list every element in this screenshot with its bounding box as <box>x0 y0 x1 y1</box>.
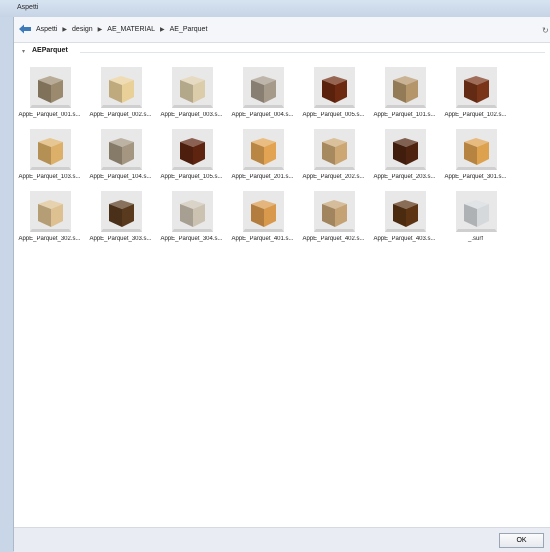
material-cube-icon <box>30 191 71 232</box>
material-cube-icon <box>243 129 284 170</box>
material-tile[interactable]: AppE_Parquet_303.s... <box>85 185 156 247</box>
material-tile[interactable]: AppE_Parquet_203.s... <box>369 123 440 185</box>
material-tile[interactable]: AppE_Parquet_104.s... <box>85 123 156 185</box>
material-name: _.surf <box>467 236 483 242</box>
material-cube-icon <box>456 191 497 232</box>
material-tile[interactable]: AppE_Parquet_005.s... <box>298 61 369 123</box>
material-tile[interactable]: AppE_Parquet_301.s... <box>440 123 511 185</box>
material-name: AppE_Parquet_203.s... <box>373 174 436 180</box>
material-tile[interactable]: AppE_Parquet_103.s... <box>14 123 85 185</box>
breadcrumb-item-ae-material[interactable]: AE_MATERIAL <box>107 26 155 33</box>
material-tile[interactable]: AppE_Parquet_105.s... <box>156 123 227 185</box>
material-tile[interactable]: AppE_Parquet_403.s... <box>369 185 440 247</box>
material-name: AppE_Parquet_103.s... <box>18 174 81 180</box>
breadcrumb-item-aspetti[interactable]: Aspetti <box>36 26 57 33</box>
material-name: AppE_Parquet_301.s... <box>444 174 507 180</box>
material-tile[interactable]: AppE_Parquet_003.s... <box>156 61 227 123</box>
material-tile[interactable]: AppE_Parquet_201.s... <box>227 123 298 185</box>
material-tile[interactable]: AppE_Parquet_202.s... <box>298 123 369 185</box>
material-tile[interactable]: AppE_Parquet_401.s... <box>227 185 298 247</box>
material-cube-icon <box>243 191 284 232</box>
material-name: AppE_Parquet_001.s... <box>18 112 81 118</box>
material-cube-icon <box>172 191 213 232</box>
ok-button[interactable]: OK <box>499 533 544 548</box>
material-name: AppE_Parquet_004.s... <box>231 112 294 118</box>
material-tile[interactable]: AppE_Parquet_402.s... <box>298 185 369 247</box>
material-name: AppE_Parquet_002.s... <box>89 112 152 118</box>
material-cube-icon <box>314 129 355 170</box>
back-button[interactable] <box>18 23 32 35</box>
material-cube-icon <box>30 67 71 108</box>
material-tile[interactable]: AppE_Parquet_002.s... <box>85 61 156 123</box>
material-cube-icon <box>172 67 213 108</box>
material-name: AppE_Parquet_403.s... <box>373 236 436 242</box>
material-name: AppE_Parquet_105.s... <box>160 174 223 180</box>
material-cube-icon <box>101 191 142 232</box>
material-name: AppE_Parquet_003.s... <box>160 112 223 118</box>
material-tile[interactable]: AppE_Parquet_001.s... <box>14 61 85 123</box>
material-cube-icon <box>101 129 142 170</box>
material-tile[interactable]: AppE_Parquet_101.s... <box>369 61 440 123</box>
material-cube-icon <box>314 191 355 232</box>
group-label: AEParquet <box>32 47 68 54</box>
refresh-icon[interactable]: ↻ <box>542 26 549 35</box>
material-name: AppE_Parquet_201.s... <box>231 174 294 180</box>
material-tile[interactable]: AppE_Parquet_302.s... <box>14 185 85 247</box>
group-header[interactable]: ▾ AEParquet <box>22 47 547 57</box>
material-name: AppE_Parquet_101.s... <box>373 112 436 118</box>
breadcrumb-separator-icon[interactable]: ▶ <box>98 26 103 33</box>
material-cube-icon <box>314 67 355 108</box>
material-name: AppE_Parquet_402.s... <box>302 236 365 242</box>
material-cube-icon <box>385 191 426 232</box>
material-cube-icon <box>172 129 213 170</box>
material-name: AppE_Parquet_302.s... <box>18 236 81 242</box>
material-name: AppE_Parquet_303.s... <box>89 236 152 242</box>
collapse-chevron-icon[interactable]: ▾ <box>22 48 25 55</box>
material-tile[interactable]: AppE_Parquet_004.s... <box>227 61 298 123</box>
window-title: Aspetti <box>17 4 39 11</box>
material-cube-icon <box>456 129 497 170</box>
material-cube-icon <box>456 67 497 108</box>
back-arrow-icon <box>19 24 31 34</box>
material-name: AppE_Parquet_102.s... <box>444 112 507 118</box>
material-cube-icon <box>101 67 142 108</box>
material-cube-icon <box>30 129 71 170</box>
dialog-footer: OK <box>14 527 550 552</box>
material-cube-icon <box>243 67 284 108</box>
breadcrumb-separator-icon[interactable]: ▶ <box>160 26 165 33</box>
material-name: AppE_Parquet_202.s... <box>302 174 365 180</box>
navigation-toolbar: Aspetti ▶ design ▶ AE_MATERIAL ▶ AE_Parq… <box>14 17 550 43</box>
breadcrumb-item-ae-parquet[interactable]: AE_Parquet <box>170 26 208 33</box>
group-divider <box>80 52 545 53</box>
material-cube-icon <box>385 67 426 108</box>
material-name: AppE_Parquet_005.s... <box>302 112 365 118</box>
material-browser-window: Aspetti ▶ design ▶ AE_MATERIAL ▶ AE_Parq… <box>13 17 550 552</box>
breadcrumb-separator-icon[interactable]: ▶ <box>62 26 67 33</box>
breadcrumb: Aspetti ▶ design ▶ AE_MATERIAL ▶ AE_Parq… <box>36 26 207 33</box>
material-tile[interactable]: _.surf <box>440 185 511 247</box>
material-name: AppE_Parquet_401.s... <box>231 236 294 242</box>
material-cube-icon <box>385 129 426 170</box>
material-name: AppE_Parquet_304.s... <box>160 236 223 242</box>
material-tile[interactable]: AppE_Parquet_304.s... <box>156 185 227 247</box>
breadcrumb-item-design[interactable]: design <box>72 26 93 33</box>
title-bar: Aspetti <box>0 0 550 17</box>
material-name: AppE_Parquet_104.s... <box>89 174 152 180</box>
material-tile[interactable]: AppE_Parquet_102.s... <box>440 61 511 123</box>
